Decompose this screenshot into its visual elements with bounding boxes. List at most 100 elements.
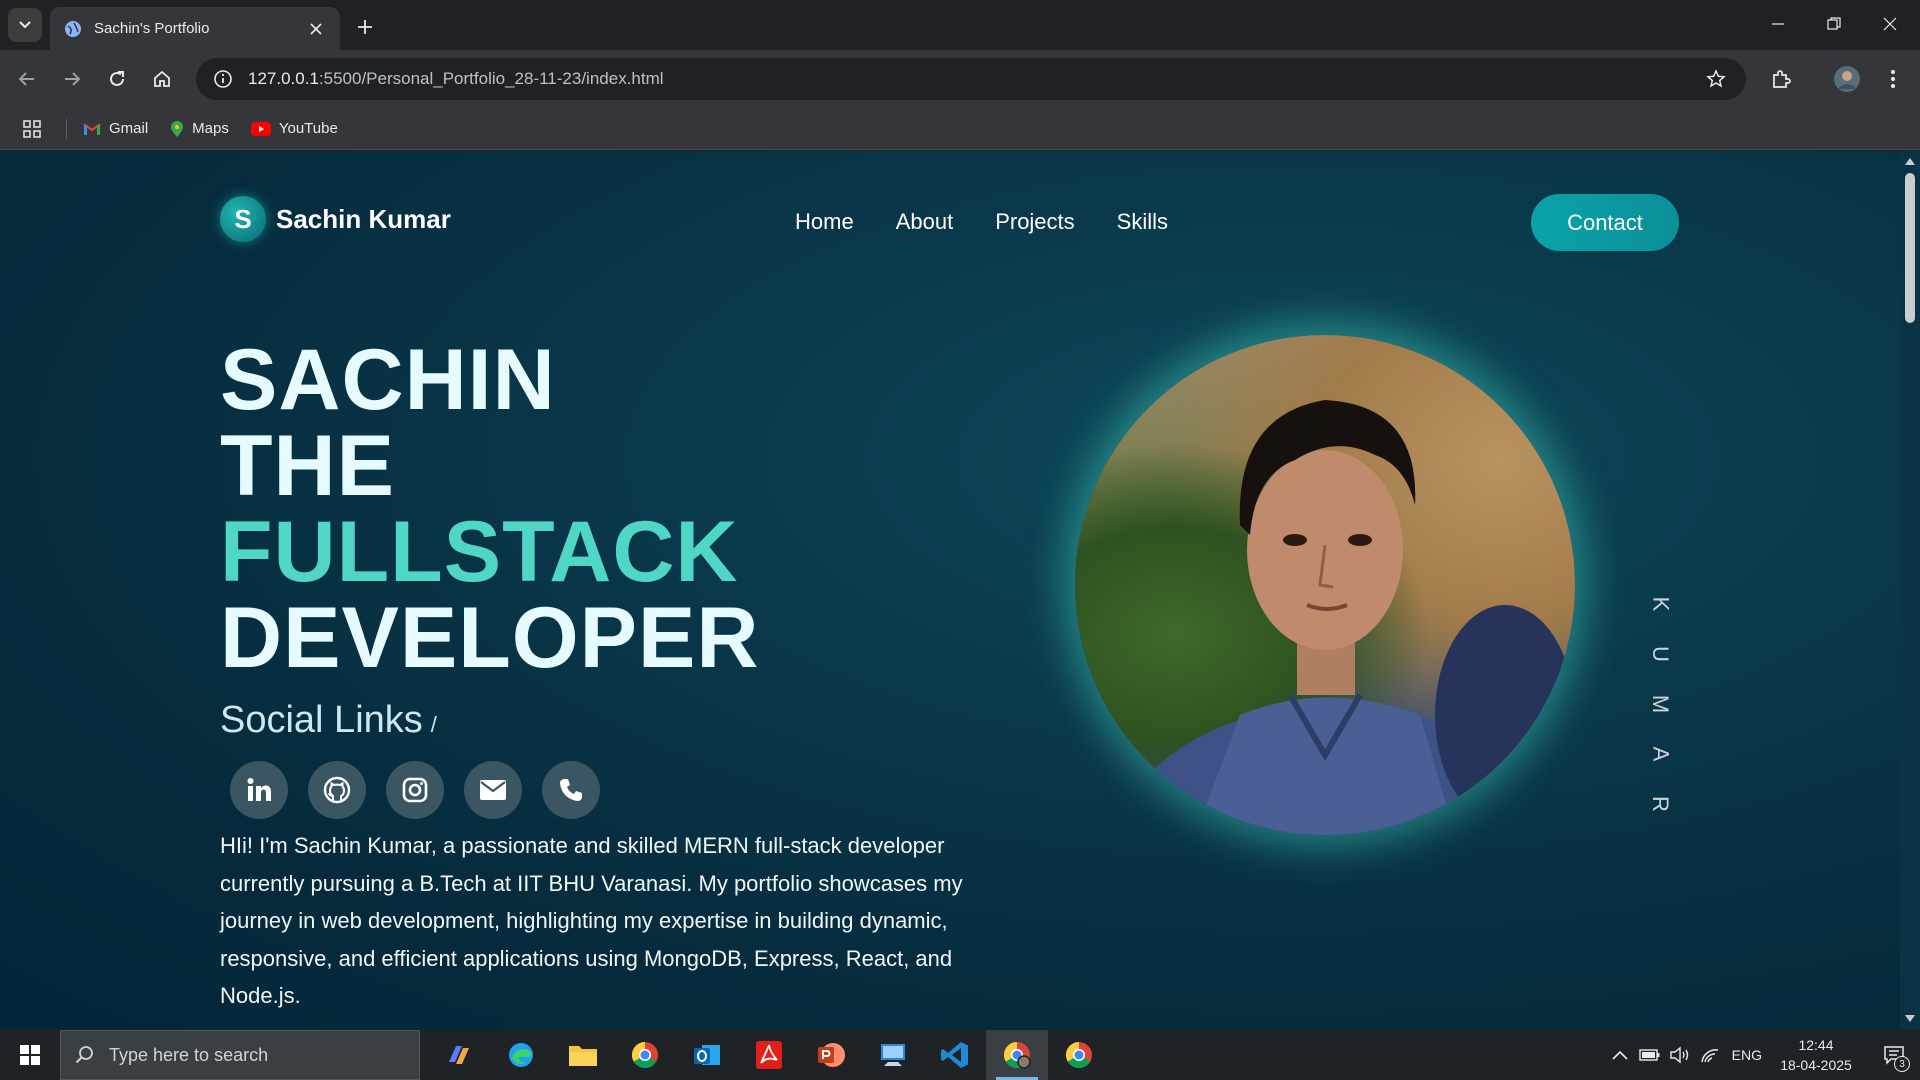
apps-grid-icon[interactable] — [20, 117, 44, 141]
file-explorer-icon[interactable] — [552, 1030, 614, 1080]
windows-taskbar: Type here to search ENG 12:44 18-04-2025… — [0, 1030, 1920, 1080]
restore-icon — [1827, 17, 1841, 30]
system-tray: ENG 12:44 18-04-2025 3 — [1606, 1030, 1920, 1080]
bookmark-label: YouTube — [278, 120, 338, 137]
language-indicator[interactable]: ENG — [1732, 1047, 1762, 1063]
remote-desktop-icon[interactable] — [862, 1030, 924, 1080]
profile-photo — [1075, 335, 1575, 835]
chevron-up-icon[interactable] — [1606, 1030, 1634, 1080]
vscode-icon[interactable] — [924, 1030, 986, 1080]
start-button[interactable] — [0, 1030, 60, 1080]
url-text: 127.0.0.1:5500/Personal_Portfolio_28-11-… — [248, 69, 1702, 89]
side-letter: U — [1647, 646, 1673, 662]
battery-icon[interactable] — [1636, 1030, 1664, 1080]
nav-projects[interactable]: Projects — [995, 209, 1074, 235]
wifi-icon[interactable] — [1696, 1030, 1724, 1080]
side-letter: K — [1648, 596, 1673, 612]
restore-button[interactable] — [1806, 0, 1862, 48]
profile-avatar[interactable] — [1830, 62, 1864, 96]
volume-icon[interactable] — [1666, 1030, 1694, 1080]
browser-toolbar: 127.0.0.1:5500/Personal_Portfolio_28-11-… — [0, 50, 1920, 108]
notification-center-button[interactable]: 3 — [1874, 1030, 1914, 1080]
side-letter: A — [1648, 746, 1673, 762]
browser-menu-button[interactable] — [1876, 62, 1910, 96]
bookmark-label: Maps — [192, 120, 229, 137]
tab-search-button[interactable] — [8, 8, 42, 42]
bookmark-label: Gmail — [109, 120, 149, 137]
bookmark-youtube[interactable]: YouTube — [250, 120, 338, 137]
phone-icon[interactable] — [542, 761, 600, 819]
plus-icon — [358, 20, 372, 34]
info-icon[interactable] — [212, 68, 234, 90]
powerpoint-icon[interactable] — [800, 1030, 862, 1080]
scroll-thumb[interactable] — [1905, 173, 1915, 323]
nav-home[interactable]: Home — [795, 209, 854, 235]
email-icon[interactable] — [464, 761, 522, 819]
minimize-button[interactable] — [1750, 0, 1806, 48]
instagram-icon[interactable] — [386, 761, 444, 819]
chrome-icon[interactable] — [614, 1030, 676, 1080]
tab-title: Sachin's Portfolio — [94, 20, 210, 37]
scroll-up-arrow-icon[interactable] — [1904, 155, 1916, 167]
outlook-icon[interactable] — [676, 1030, 738, 1080]
social-links-slash: / — [430, 712, 437, 737]
avatar-icon — [1834, 66, 1860, 92]
hero-heading: SACHIN THE FULLSTACK DEVELOPER — [220, 337, 759, 681]
brand-logo: S — [220, 196, 266, 242]
side-letter: R — [1647, 796, 1673, 812]
social-links-title: Social Links / — [220, 699, 437, 742]
nav-about[interactable]: About — [896, 209, 954, 235]
bookmark-maps[interactable]: Maps — [170, 120, 229, 138]
puzzle-icon — [1773, 70, 1791, 88]
side-letter: M — [1647, 694, 1673, 714]
hero-line-developer: DEVELOPER — [220, 590, 760, 686]
copilot-icon[interactable] — [428, 1030, 490, 1080]
github-icon[interactable] — [308, 761, 366, 819]
bookmark-divider — [66, 118, 67, 139]
close-icon — [1883, 17, 1897, 31]
browser-tab[interactable]: Sachin's Portfolio — [50, 7, 340, 50]
contact-button[interactable]: Contact — [1531, 194, 1679, 251]
social-icons — [230, 761, 620, 819]
gmail-icon — [83, 122, 101, 136]
taskbar-apps — [428, 1030, 1110, 1080]
chevron-down-icon — [19, 21, 31, 29]
chrome-active-icon[interactable] — [986, 1030, 1048, 1080]
nav-skills[interactable]: Skills — [1117, 209, 1168, 235]
site-brand[interactable]: S Sachin Kumar — [220, 196, 451, 242]
hero-line-the: THE — [220, 418, 395, 514]
taskbar-search[interactable]: Type here to search — [60, 1030, 420, 1080]
hero-line-name: SACHIN — [220, 332, 556, 428]
home-button[interactable] — [145, 62, 179, 96]
reload-button[interactable] — [100, 62, 134, 96]
scroll-down-arrow-icon[interactable] — [1904, 1013, 1916, 1025]
edge-icon[interactable] — [490, 1030, 552, 1080]
linkedin-icon[interactable] — [230, 761, 288, 819]
extensions-button[interactable] — [1764, 62, 1798, 96]
home-icon — [154, 70, 170, 87]
minimize-icon — [1772, 23, 1784, 25]
hero-line-fullstack: FULLSTACK — [220, 504, 739, 600]
bookmark-gmail[interactable]: Gmail — [83, 120, 148, 137]
globe-icon — [64, 20, 82, 38]
page-viewport: S Sachin Kumar Home About Projects Skill… — [0, 151, 1900, 1030]
new-tab-button[interactable] — [350, 12, 380, 42]
close-tab-icon[interactable] — [306, 19, 326, 39]
url-host: 127.0.0.1 — [248, 69, 319, 88]
close-window-button[interactable] — [1862, 0, 1918, 48]
search-icon — [75, 1046, 93, 1064]
windows-logo-icon — [20, 1045, 40, 1065]
arrow-left-icon — [18, 72, 34, 86]
page-scrollbar[interactable] — [1900, 151, 1920, 1030]
more-vertical-icon — [1891, 70, 1895, 88]
bio-paragraph: HIi! I'm Sachin Kumar, a passionate and … — [220, 833, 963, 1008]
chrome-profile-icon[interactable] — [1048, 1030, 1110, 1080]
clock-time: 12:44 — [1798, 1037, 1834, 1053]
address-bar[interactable]: 127.0.0.1:5500/Personal_Portfolio_28-11-… — [196, 58, 1746, 100]
acrobat-icon[interactable] — [738, 1030, 800, 1080]
forward-button[interactable] — [55, 62, 89, 96]
back-button[interactable] — [10, 62, 44, 96]
youtube-icon — [250, 121, 271, 136]
bookmark-star-icon[interactable] — [1702, 65, 1730, 93]
clock[interactable]: 12:44 18-04-2025 — [1776, 1035, 1856, 1075]
